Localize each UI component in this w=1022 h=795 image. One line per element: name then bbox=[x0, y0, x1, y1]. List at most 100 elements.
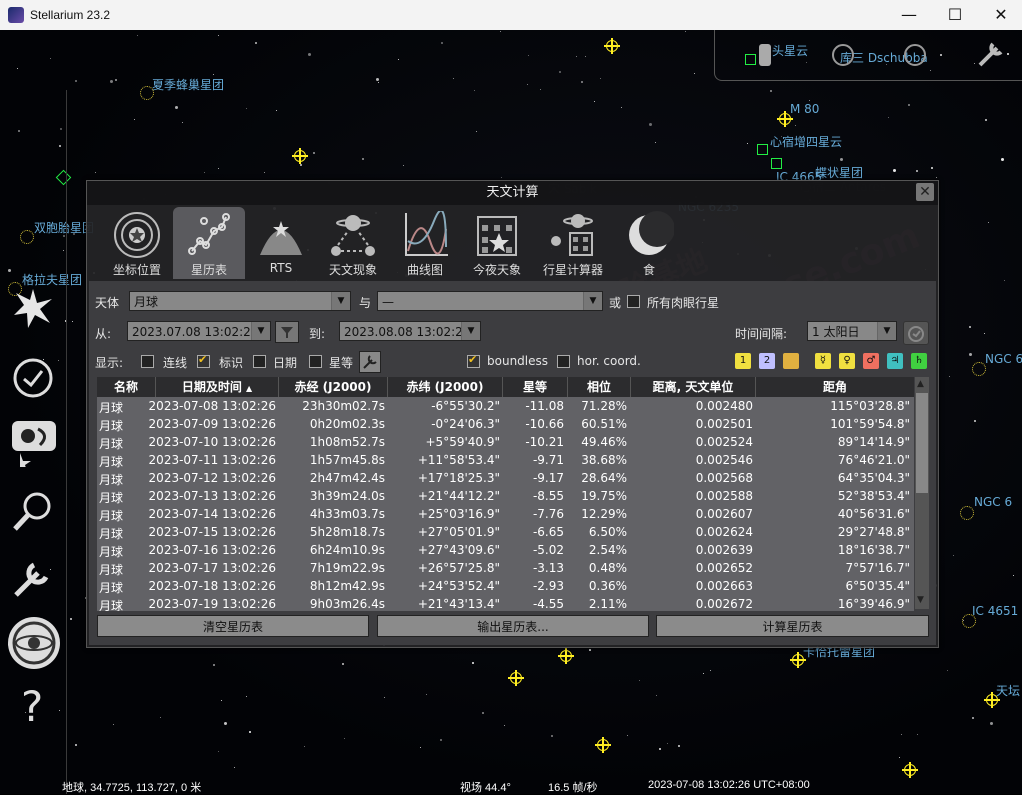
table-row[interactable]: 月球 2023-07-09 13:02:26 0h20m02.3s -0°24'06.… bbox=[97, 416, 914, 434]
star bbox=[576, 56, 577, 57]
mars-button[interactable]: ♂ bbox=[863, 353, 879, 369]
status-bar: 地球, 34.7725, 113.727, 0 米 视场 44.4° 16.5 … bbox=[0, 778, 1022, 794]
to-date-input[interactable]: 2023.08.08 13:02:26 ▼ bbox=[339, 321, 481, 341]
star bbox=[134, 119, 135, 120]
star bbox=[953, 555, 954, 556]
all-planets-checkbox[interactable] bbox=[627, 295, 640, 308]
table-cell: -10.66 bbox=[525, 417, 564, 431]
table-cell: 8h12m42.9s bbox=[309, 579, 385, 593]
step-value: 1 太阳日 bbox=[812, 325, 860, 339]
magnitude-checkbox[interactable] bbox=[309, 355, 322, 368]
table-row[interactable]: 月球 2023-07-08 13:02:26 23h30m02.7s -6°55'30… bbox=[97, 398, 914, 416]
scroll-up-icon[interactable]: ▲ bbox=[917, 379, 924, 389]
table-row[interactable]: 月球 2023-07-17 13:02:26 7h19m22.9s +26°57'25… bbox=[97, 560, 914, 578]
col-header-elongation[interactable]: 距角 bbox=[756, 377, 914, 397]
cluster-marker bbox=[140, 86, 154, 100]
star bbox=[1013, 575, 1014, 576]
table-row[interactable]: 月球 2023-07-15 13:02:26 5h28m18.7s +27°05'01… bbox=[97, 524, 914, 542]
table-cell: 2h47m42.4s bbox=[309, 471, 385, 485]
from-date-input[interactable]: 2023.07.08 13:02:26 ▼ bbox=[127, 321, 271, 341]
col-header-ra[interactable]: 赤经 (J2000) bbox=[279, 377, 388, 397]
and-label: 与 bbox=[359, 296, 372, 310]
table-row[interactable]: 月球 2023-07-13 13:02:26 3h39m24.0s +21°44'12… bbox=[97, 488, 914, 506]
star bbox=[376, 78, 379, 81]
col-header-distance[interactable]: 距离, 天文单位 bbox=[631, 377, 756, 397]
table-row[interactable]: 月球 2023-07-10 13:02:26 1h08m52.7s +5°59'40.… bbox=[97, 434, 914, 452]
table-scrollbar[interactable]: ▲ ▼ bbox=[915, 377, 929, 609]
second-body-select[interactable]: — ▼ bbox=[377, 291, 603, 311]
table-row[interactable]: 月球 2023-07-11 13:02:26 1h57m45.8s +11°58'53… bbox=[97, 452, 914, 470]
tab-whats-up[interactable]: 今夜天象 bbox=[461, 207, 533, 279]
table-row[interactable]: 月球 2023-07-19 13:02:26 9h03m26.4s +21°43'13… bbox=[97, 596, 914, 611]
tab-planet-calculator[interactable]: 行星计算器 bbox=[533, 207, 613, 279]
table-row[interactable]: 月球 2023-07-16 13:02:26 6h24m10.9s +27°43'09… bbox=[97, 542, 914, 560]
col-header-datetime[interactable]: 日期及时间 ▲ bbox=[156, 377, 279, 397]
table-cell: 2023-07-10 13:02:26 bbox=[148, 435, 276, 449]
horizontal-coord-checkbox[interactable] bbox=[557, 355, 570, 368]
table-cell: 0h20m02.3s bbox=[309, 417, 385, 431]
jupiter-button[interactable]: ♃ bbox=[887, 353, 903, 369]
tab-rts[interactable]: RTS bbox=[245, 207, 317, 279]
help-button[interactable]: ? bbox=[10, 681, 56, 731]
color-button-1[interactable]: 1 bbox=[735, 353, 751, 369]
table-cell: 1h57m45.8s bbox=[309, 453, 385, 467]
tab-positions[interactable]: 坐标位置 bbox=[101, 207, 173, 279]
view-button[interactable] bbox=[10, 417, 56, 471]
astronomical-calculations-dialog: 天文计算 ✕ 坐标位置 星历表 RTS 天文现象 曲线图 今夜天象 行星计算器 … bbox=[86, 180, 939, 648]
table-row[interactable]: 月球 2023-07-12 13:02:26 2h47m42.4s +17°18'25… bbox=[97, 470, 914, 488]
star bbox=[655, 142, 656, 143]
sky-object-label: NGC 6 bbox=[985, 352, 1022, 366]
date-time-button[interactable] bbox=[10, 355, 56, 401]
astro-calc-button[interactable] bbox=[8, 617, 60, 669]
sky-settings-button[interactable] bbox=[10, 285, 56, 331]
minimize-button[interactable]: — bbox=[886, 0, 932, 30]
col-header-name[interactable]: 名称 bbox=[97, 377, 156, 397]
table-cell: 4h33m03.7s bbox=[309, 507, 385, 521]
filter-button[interactable] bbox=[275, 321, 299, 343]
star bbox=[710, 670, 711, 671]
configuration-button[interactable] bbox=[10, 555, 56, 601]
col-header-dec[interactable]: 赤纬 (J2000) bbox=[388, 377, 503, 397]
tab-ephemeris[interactable]: 星历表 bbox=[173, 207, 245, 279]
search-button[interactable] bbox=[10, 489, 56, 535]
body-select[interactable]: 月球 ▼ bbox=[129, 291, 351, 311]
ephemeris-table: 名称 日期及时间 ▲ 赤经 (J2000) 赤纬 (J2000) 星等 相位 距… bbox=[97, 377, 914, 611]
venus-button[interactable]: ♀ bbox=[839, 353, 855, 369]
star bbox=[175, 106, 178, 109]
table-row[interactable]: 月球 2023-07-14 13:02:26 4h33m03.7s +25°03'16… bbox=[97, 506, 914, 524]
close-window-button[interactable]: ✕ bbox=[978, 0, 1022, 30]
mercury-button[interactable]: ☿ bbox=[815, 353, 831, 369]
tab-graphs[interactable]: 曲线图 bbox=[389, 207, 461, 279]
star bbox=[276, 110, 277, 111]
star bbox=[218, 168, 219, 169]
scroll-down-icon[interactable]: ▼ bbox=[917, 595, 924, 605]
table-row[interactable]: 月球 2023-07-18 13:02:26 8h12m42.9s +24°53'52… bbox=[97, 578, 914, 596]
coordinates-icon bbox=[114, 212, 160, 258]
color-button-2[interactable]: 2 bbox=[759, 353, 775, 369]
col-header-magnitude[interactable]: 星等 bbox=[503, 377, 568, 397]
planet-marker bbox=[508, 670, 524, 686]
markers-checkbox[interactable] bbox=[197, 353, 210, 368]
maximize-button[interactable]: ☐ bbox=[932, 0, 978, 30]
reset-time-button[interactable] bbox=[903, 321, 929, 345]
dates-checkbox[interactable] bbox=[253, 355, 266, 368]
compute-ephemeris-button[interactable]: 计算星历表 bbox=[656, 615, 929, 637]
step-label: 时间间隔: bbox=[735, 327, 788, 341]
col-header-phase[interactable]: 相位 bbox=[568, 377, 631, 397]
scrollbar-thumb[interactable] bbox=[916, 393, 928, 493]
tab-phenomena[interactable]: 天文现象 bbox=[317, 207, 389, 279]
boundless-checkbox[interactable] bbox=[467, 353, 480, 368]
top-toolbar bbox=[714, 30, 1022, 81]
color-button-3[interactable] bbox=[783, 353, 799, 369]
star bbox=[182, 122, 183, 123]
saturn-button[interactable]: ♄ bbox=[911, 353, 927, 369]
clear-ephemeris-button[interactable]: 清空星历表 bbox=[97, 615, 369, 637]
star bbox=[398, 59, 399, 60]
step-select[interactable]: 1 太阳日 ▼ bbox=[807, 321, 897, 341]
ephemeris-settings-button[interactable] bbox=[359, 351, 381, 373]
lines-checkbox[interactable] bbox=[141, 355, 154, 368]
export-ephemeris-button[interactable]: 输出星历表... bbox=[377, 615, 649, 637]
tab-eclipses[interactable]: 食 bbox=[613, 207, 685, 279]
dialog-close-button[interactable]: ✕ bbox=[916, 183, 934, 201]
star bbox=[224, 722, 227, 725]
